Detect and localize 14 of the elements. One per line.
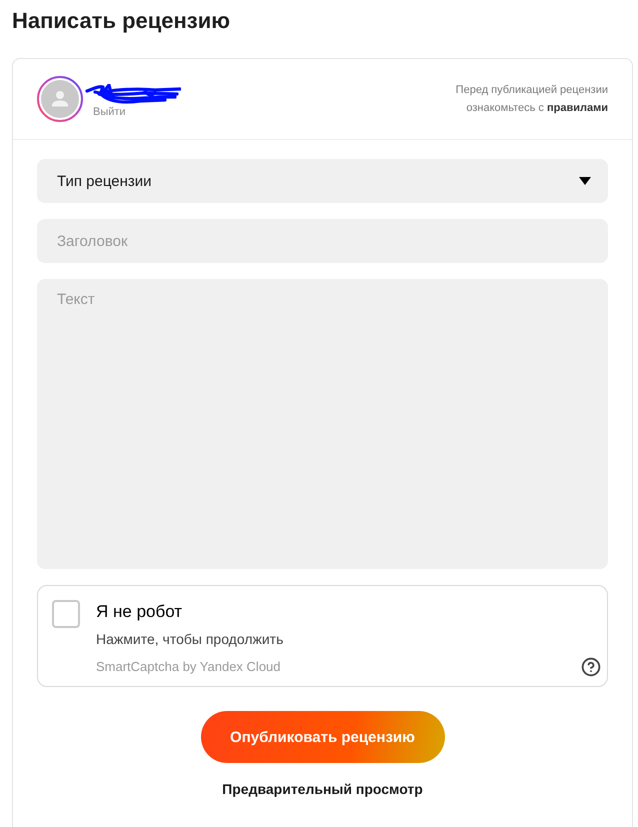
- avatar-icon: [37, 76, 83, 122]
- captcha-label: Я не робот: [96, 601, 184, 623]
- review-type-select[interactable]: Тип рецензии: [37, 159, 608, 203]
- preview-link[interactable]: Предварительный просмотр: [222, 781, 423, 797]
- captcha-hint: Нажмите, чтобы продолжить: [96, 630, 284, 648]
- text-field[interactable]: Текст: [37, 279, 608, 569]
- help-icon[interactable]: [581, 657, 601, 677]
- rules-notice: Перед публикацией рецензии ознакомьтесь с правилами: [454, 83, 608, 116]
- page-title: Написать рецензию: [12, 7, 232, 35]
- rules-link[interactable]: правилами: [546, 102, 608, 114]
- title-field[interactable]: Заголовок: [37, 219, 608, 263]
- robot-checkbox[interactable]: [52, 600, 80, 628]
- caret-icon: [579, 177, 591, 185]
- captcha-brand: SmartCaptcha by Yandex Cloud: [96, 658, 281, 676]
